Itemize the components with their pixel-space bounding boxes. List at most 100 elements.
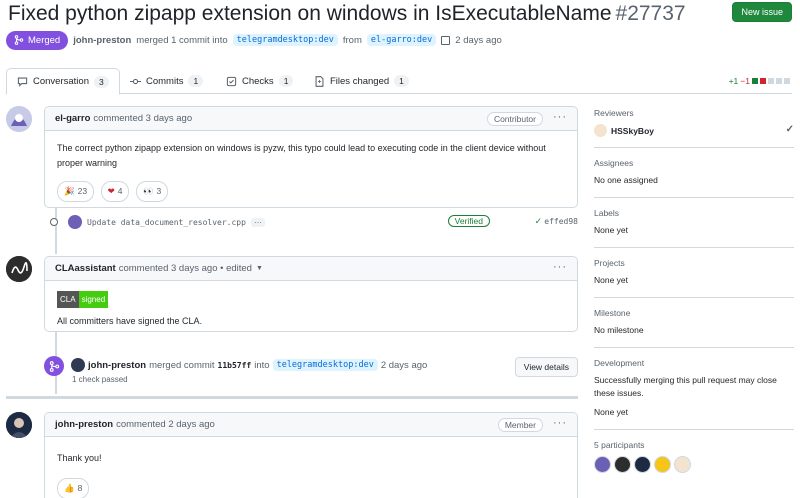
commit-sha[interactable]: ✓ effed98 <box>535 216 578 227</box>
new-issue-button[interactable]: New issue <box>732 2 792 22</box>
comment-header: CLAassistant commented 3 days ago • edit… <box>45 257 577 281</box>
diffstat-block-neutral <box>784 78 790 84</box>
merge-sha[interactable]: 11b57ff <box>218 361 252 370</box>
copy-icon[interactable] <box>441 35 451 45</box>
reviewer-item[interactable]: HSSkyBoy ✓ <box>594 124 794 137</box>
merge-event-icon <box>44 356 64 376</box>
projects-value: None yet <box>594 275 629 285</box>
tab-checks[interactable]: Checks 1 <box>216 68 303 94</box>
diffstat-block-add <box>752 78 758 84</box>
reaction-thumbsup[interactable]: 👍 8 <box>57 478 90 498</box>
meta-author-link[interactable]: john-preston <box>73 35 131 46</box>
diffstat-block-neutral <box>776 78 782 84</box>
comment-header: el-garro commented 3 days ago Contributo… <box>45 107 577 131</box>
cla-badge-right: signed <box>78 291 109 308</box>
avatar[interactable] <box>6 106 32 132</box>
reaction-eyes[interactable]: 👀 3 <box>135 181 169 202</box>
check-status[interactable]: 1 check passed <box>72 375 128 384</box>
view-details-button[interactable]: View details <box>514 357 578 377</box>
verified-badge[interactable]: Verified <box>447 215 490 227</box>
comment-body: CLA signed All committers have signed the… <box>45 281 577 339</box>
tab-count: 3 <box>93 75 109 88</box>
participant-avatar[interactable] <box>634 456 651 473</box>
diffstat-deletions: −1 <box>740 76 750 86</box>
comment-header: john-preston commented 2 days ago Member… <box>45 413 577 437</box>
merge-icon <box>14 35 24 45</box>
avatar[interactable] <box>6 412 32 438</box>
commit-author-avatar[interactable] <box>68 215 82 229</box>
participant-avatar[interactable] <box>654 456 671 473</box>
commit-message[interactable]: Update data_document_resolver.cpp <box>87 218 246 227</box>
comment-text: The correct python zipapp extension on w… <box>57 143 546 168</box>
reviewers-heading[interactable]: Reviewers <box>594 108 794 118</box>
sidebar-reviewers: Reviewers HSSkyBoy ✓ <box>594 108 794 148</box>
tab-files-changed[interactable]: Files changed 1 <box>304 68 419 94</box>
avatar[interactable] <box>6 256 32 282</box>
checklist-icon <box>226 76 237 87</box>
commit-row: Update data_document_resolver.cpp ··· Ve… <box>50 213 580 231</box>
meta-time: 2 days ago <box>455 34 502 46</box>
merge-branch[interactable]: telegramdesktop:dev <box>272 359 378 371</box>
commit-expand-button[interactable]: ··· <box>250 217 265 227</box>
merge-author[interactable]: john-preston <box>88 360 146 371</box>
assignees-heading[interactable]: Assignees <box>594 158 794 168</box>
diffstat-block-del <box>760 78 766 84</box>
tab-label: Conversation <box>33 76 89 87</box>
sidebar-labels: Labels None yet <box>594 208 794 248</box>
role-badge: Contributor <box>486 112 543 126</box>
labels-heading[interactable]: Labels <box>594 208 794 218</box>
development-value: None yet <box>594 407 629 417</box>
reviewer-name: HSSkyBoy <box>611 125 654 136</box>
comment-body: The correct python zipapp extension on w… <box>45 131 577 212</box>
development-heading[interactable]: Development <box>594 358 794 368</box>
state-label: Merged <box>28 34 61 46</box>
participant-avatar[interactable] <box>594 456 611 473</box>
comment-text: All committers have signed the CLA. <box>57 316 203 326</box>
assignees-value: No one assigned <box>594 175 658 185</box>
reaction-count: 4 <box>117 186 123 196</box>
participant-avatar[interactable] <box>614 456 631 473</box>
eyes-icon: 👀 <box>142 186 154 196</box>
kebab-menu-icon[interactable]: ··· <box>553 261 567 273</box>
merge-author-avatar[interactable] <box>71 358 85 372</box>
tab-count: 1 <box>188 75 204 87</box>
tab-commits[interactable]: Commits 1 <box>120 68 213 94</box>
merge-event: john-preston merged commit 11b57ff into … <box>44 354 580 384</box>
comment-claassistant: CLAassistant commented 3 days ago • edit… <box>44 256 578 332</box>
heart-icon: ❤ <box>107 186 115 196</box>
cla-badge[interactable]: CLA signed <box>57 291 109 308</box>
pr-number: #27737 <box>615 2 686 25</box>
milestone-heading[interactable]: Milestone <box>594 308 794 318</box>
chevron-down-icon[interactable]: ▼ <box>256 265 263 272</box>
projects-heading[interactable]: Projects <box>594 258 794 268</box>
kebab-menu-icon[interactable]: ··· <box>553 417 567 429</box>
kebab-menu-icon[interactable]: ··· <box>553 111 567 123</box>
reaction-heart[interactable]: ❤ 4 <box>100 181 130 202</box>
tab-count: 1 <box>394 75 409 87</box>
comment-author[interactable]: CLAassistant <box>55 263 116 274</box>
state-badge: Merged <box>6 30 69 50</box>
labels-value: None yet <box>594 225 629 235</box>
merge-text: john-preston merged commit 11b57ff into … <box>71 358 427 372</box>
tab-label: Commits <box>146 75 184 87</box>
check-icon: ✓ <box>535 216 542 227</box>
source-branch[interactable]: el-garro:dev <box>366 34 437 46</box>
comment-body: Thank you! 👍 8 <box>45 437 577 498</box>
comment-author[interactable]: john-preston <box>55 419 113 430</box>
reactions: 🎉 23 ❤ 4 👀 3 <box>57 181 565 202</box>
comment-john-preston: john-preston commented 2 days ago Member… <box>44 412 578 498</box>
sidebar-participants: 5 participants <box>594 440 794 473</box>
sidebar-development: Development Successfully merging this pu… <box>594 358 794 430</box>
target-branch[interactable]: telegramdesktop:dev <box>232 34 338 46</box>
role-badge: Member <box>497 418 543 432</box>
development-text: Successfully merging this pull request m… <box>594 375 777 398</box>
sidebar-assignees: Assignees No one assigned <box>594 158 794 198</box>
diffstat-block-neutral <box>768 78 774 84</box>
reaction-tada[interactable]: 🎉 23 <box>57 181 95 202</box>
comment-el-garro: el-garro commented 3 days ago Contributo… <box>44 106 578 208</box>
tab-conversation[interactable]: Conversation 3 <box>6 68 120 95</box>
comment-author[interactable]: el-garro <box>55 113 90 124</box>
file-diff-icon <box>314 75 325 87</box>
participant-avatar[interactable] <box>674 456 691 473</box>
reaction-count: 23 <box>77 186 88 196</box>
